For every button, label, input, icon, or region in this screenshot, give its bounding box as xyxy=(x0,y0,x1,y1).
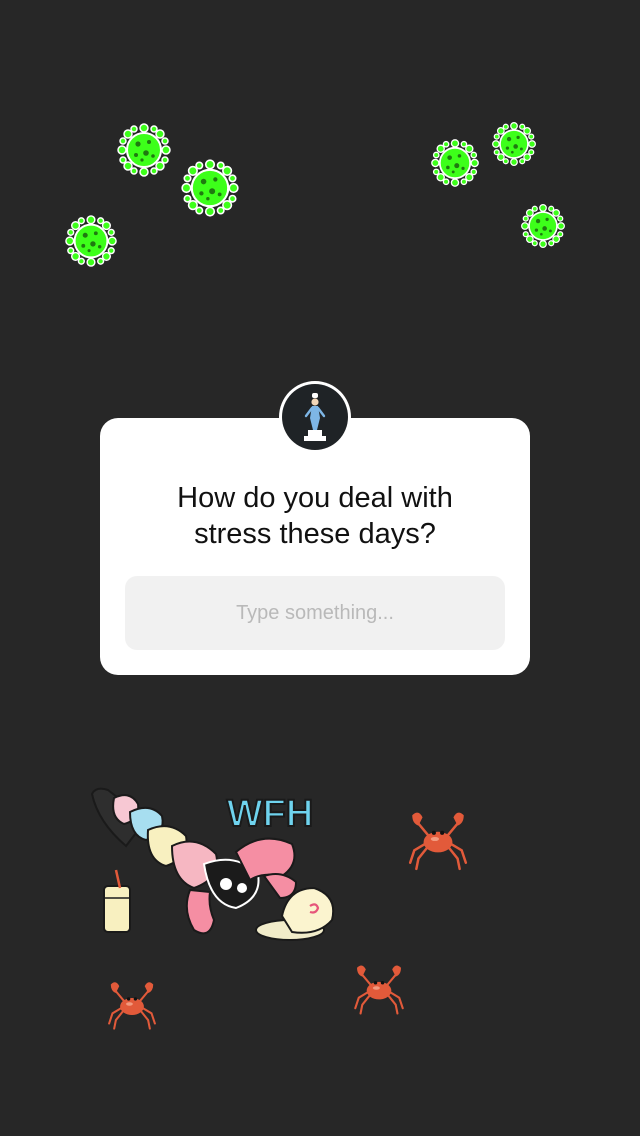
crab-icon[interactable] xyxy=(104,974,160,1034)
question-text: How do you deal with stress these days? xyxy=(177,482,453,550)
answer-input[interactable] xyxy=(125,576,505,650)
wfh-hermit-crab-sticker[interactable]: WFH xyxy=(86,780,342,952)
virus-icon[interactable] xyxy=(64,214,118,268)
crab-icon[interactable] xyxy=(350,956,408,1020)
wfh-label: WFH xyxy=(227,793,314,835)
virus-icon[interactable] xyxy=(491,121,537,167)
crab-icon[interactable] xyxy=(404,800,472,878)
story-canvas: How do you deal with stress these days? xyxy=(0,0,640,1136)
avatar xyxy=(279,381,351,453)
virus-icon[interactable] xyxy=(116,122,172,178)
virus-icon[interactable] xyxy=(430,138,480,188)
virus-icon[interactable] xyxy=(520,203,566,249)
chef-figure-icon xyxy=(282,384,348,450)
virus-icon[interactable] xyxy=(180,158,240,218)
question-sticker[interactable]: How do you deal with stress these days? xyxy=(100,418,530,675)
